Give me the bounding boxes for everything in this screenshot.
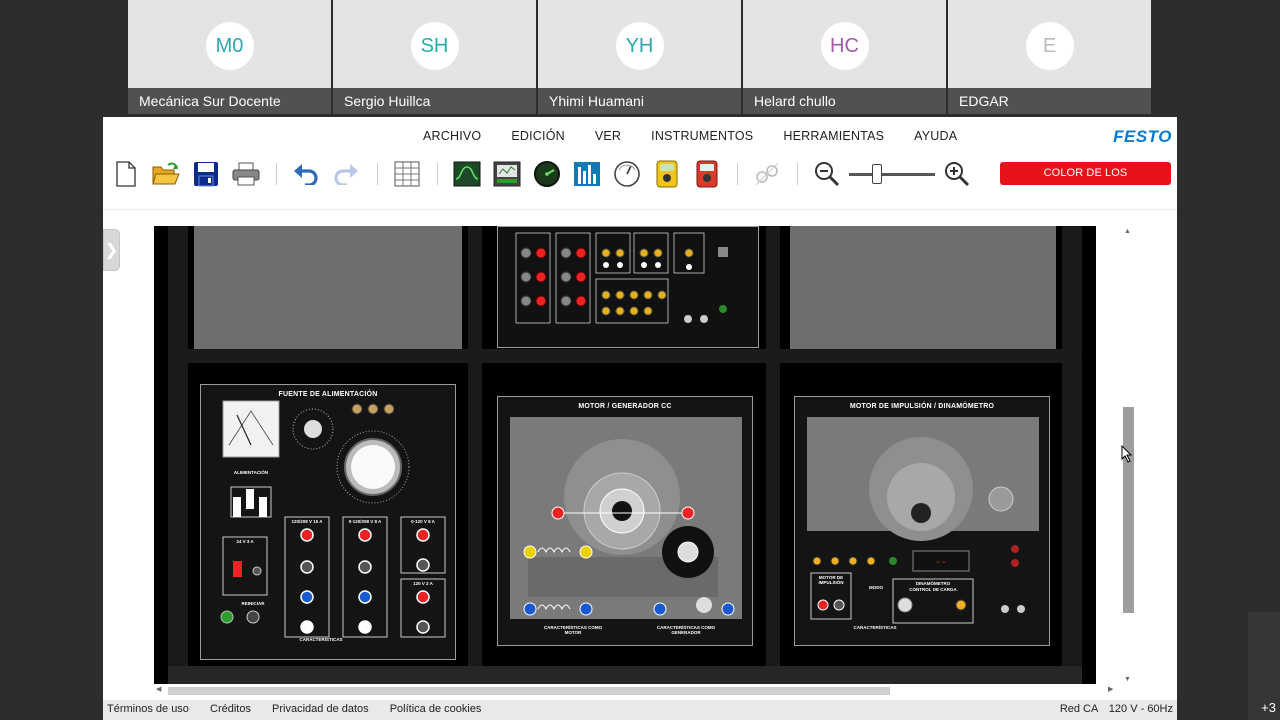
scroll-right-icon[interactable]: ▶	[1108, 685, 1113, 693]
avatar: HC	[820, 22, 869, 70]
terms-link[interactable]: Términos de uso	[107, 703, 189, 715]
participant-tile[interactable]: HC Helard chullo	[743, 0, 946, 114]
horizontal-scrollbar[interactable]: ◀ ▶	[154, 685, 1116, 697]
connection-tool-icon[interactable]	[753, 160, 781, 188]
conductor-color-button[interactable]: COLOR DE LOS CONDUCTORES	[1000, 162, 1171, 202]
dynamometer-label: DINAMÓMETRO	[915, 581, 951, 586]
reset-label: REINICIAR	[241, 601, 265, 606]
clock-meter-icon[interactable]	[533, 160, 561, 188]
menu-archivo[interactable]: ARCHIVO	[423, 117, 481, 155]
participant-name: Helard chullo	[743, 88, 946, 114]
zoom-in-icon[interactable]	[943, 160, 971, 188]
harmonic-analyzer-icon[interactable]	[573, 160, 601, 188]
data-acquisition-panel[interactable]	[497, 226, 759, 348]
daq-schematic	[515, 232, 728, 324]
characteristics-label: CARACTERÍSTICAS	[299, 637, 343, 642]
avatar: E	[1025, 22, 1074, 70]
empty-slot	[790, 226, 1056, 349]
ohmmeter-icon[interactable]	[693, 160, 721, 188]
credits-link[interactable]: Créditos	[210, 703, 251, 715]
output-rating-label: 0-120 V 8 A	[411, 519, 435, 524]
print-icon[interactable]	[232, 160, 260, 188]
zoom-slider[interactable]	[849, 164, 935, 184]
zoom-out-icon[interactable]	[813, 160, 841, 188]
avatar: M0	[205, 22, 254, 70]
vertical-scroll-thumb[interactable]	[1123, 407, 1134, 613]
multimeter-icon[interactable]	[653, 160, 681, 188]
network-type: Red CA	[1059, 703, 1098, 715]
cookies-link[interactable]: Política de cookies	[390, 703, 482, 715]
save-icon[interactable]	[192, 160, 220, 188]
scroll-down-icon[interactable]: ▼	[1124, 676, 1131, 683]
table-icon[interactable]	[393, 160, 421, 188]
screen: M0 Mecánica Sur Docente SH Sergio Huillc…	[0, 0, 1280, 720]
network-voltage: 120 V - 60Hz	[1108, 703, 1173, 715]
characteristics-label: CARACTERÍSTICAS	[853, 625, 897, 630]
mode-label: MODO	[869, 585, 883, 590]
footer-bar: Términos de uso Créditos Privacidad de d…	[103, 700, 1177, 720]
menu-ver[interactable]: VER	[595, 117, 621, 155]
workstation-canvas[interactable]: FUENTE DE ALIMENTACIÓN ALIMENTACIÓN REIN…	[154, 226, 1096, 684]
motor-characteristics-label: CARACTERÍSTICAS COMO MOTOR	[543, 625, 603, 635]
side-panel-toggle[interactable]: ❯	[103, 229, 120, 271]
svg-text:--: --	[935, 558, 947, 569]
participant-tile[interactable]: YH Yhimi Huamani	[538, 0, 741, 114]
empty-slot	[194, 226, 462, 349]
menu-instrumentos[interactable]: INSTRUMENTOS	[651, 117, 753, 155]
prime-mover-label: MOTOR DE IMPULSIÓN	[818, 575, 844, 585]
participant-name: Sergio Huillca	[333, 88, 536, 114]
prime-mover-dynamometer-panel[interactable]: MOTOR DE IMPULSIÓN / DINAMÓMETRO -- MOTO…	[794, 396, 1050, 646]
privacy-link[interactable]: Privacidad de datos	[272, 703, 369, 715]
menu-bar: ARCHIVO EDICIÓN VER INSTRUMENTOS HERRAMI…	[103, 117, 1177, 155]
generator-characteristics-label: CARACTERÍSTICAS COMO GENERADOR	[656, 625, 716, 635]
load-control-label: CONTROL DE CARGA	[909, 587, 957, 592]
output-rating-label: 120 V 2 A	[413, 581, 433, 586]
oscilloscope-icon[interactable]	[453, 160, 481, 188]
extra-participants-badge[interactable]: +3	[1248, 612, 1280, 720]
undo-icon[interactable]	[292, 160, 320, 188]
redo-icon[interactable]	[332, 160, 360, 188]
mouse-cursor-icon	[1121, 445, 1133, 463]
scroll-left-icon[interactable]: ◀	[156, 685, 161, 693]
menu-edicion[interactable]: EDICIÓN	[511, 117, 565, 155]
dc-machine-schematic	[510, 417, 742, 619]
toolbar: COLOR DE LOS CONDUCTORES	[103, 155, 1177, 202]
open-folder-icon[interactable]	[152, 160, 180, 188]
main-switch-label: ALIMENTACIÓN	[233, 470, 269, 475]
festo-logo: FESTO	[1113, 127, 1172, 146]
dc-rating-label: 24 V 3 A	[236, 539, 254, 544]
participant-tile[interactable]: E EDGAR	[948, 0, 1151, 114]
phasor-analyzer-icon[interactable]	[493, 160, 521, 188]
menu-ayuda[interactable]: AYUDA	[914, 117, 957, 155]
output-rating-label: 0-120/208 V 8 A	[348, 519, 382, 524]
participant-strip: M0 Mecánica Sur Docente SH Sergio Huillc…	[128, 0, 1152, 114]
participant-name: Mecánica Sur Docente	[128, 88, 331, 114]
menu-herramientas[interactable]: HERRAMIENTAS	[783, 117, 884, 155]
avatar: SH	[410, 22, 459, 70]
participant-tile[interactable]: M0 Mecánica Sur Docente	[128, 0, 331, 114]
new-file-icon[interactable]	[112, 160, 140, 188]
chevron-right-icon: ❯	[104, 242, 119, 259]
scroll-up-icon[interactable]: ▲	[1124, 228, 1131, 235]
participant-name: EDGAR	[948, 88, 1151, 114]
horizontal-scroll-thumb[interactable]	[168, 687, 890, 695]
participant-tile[interactable]: SH Sergio Huillca	[333, 0, 536, 114]
network-status: Red CA 120 V - 60Hz	[1060, 700, 1173, 718]
dc-motor-generator-panel[interactable]: MOTOR / GENERADOR CC CARACTERÍSTICAS COM…	[497, 396, 753, 646]
participant-name: Yhimi Huamani	[538, 88, 741, 114]
output-rating-label: 120/208 V 15 A	[291, 519, 323, 524]
dynamometer-schematic: --	[807, 417, 1039, 624]
avatar: YH	[615, 22, 664, 70]
lvsim-window: ARCHIVO EDICIÓN VER INSTRUMENTOS HERRAMI…	[103, 117, 1177, 700]
zoom-slider-thumb[interactable]	[872, 164, 882, 184]
power-supply-panel[interactable]: FUENTE DE ALIMENTACIÓN ALIMENTACIÓN REIN…	[200, 384, 456, 660]
analog-meter-icon[interactable]	[613, 160, 641, 188]
